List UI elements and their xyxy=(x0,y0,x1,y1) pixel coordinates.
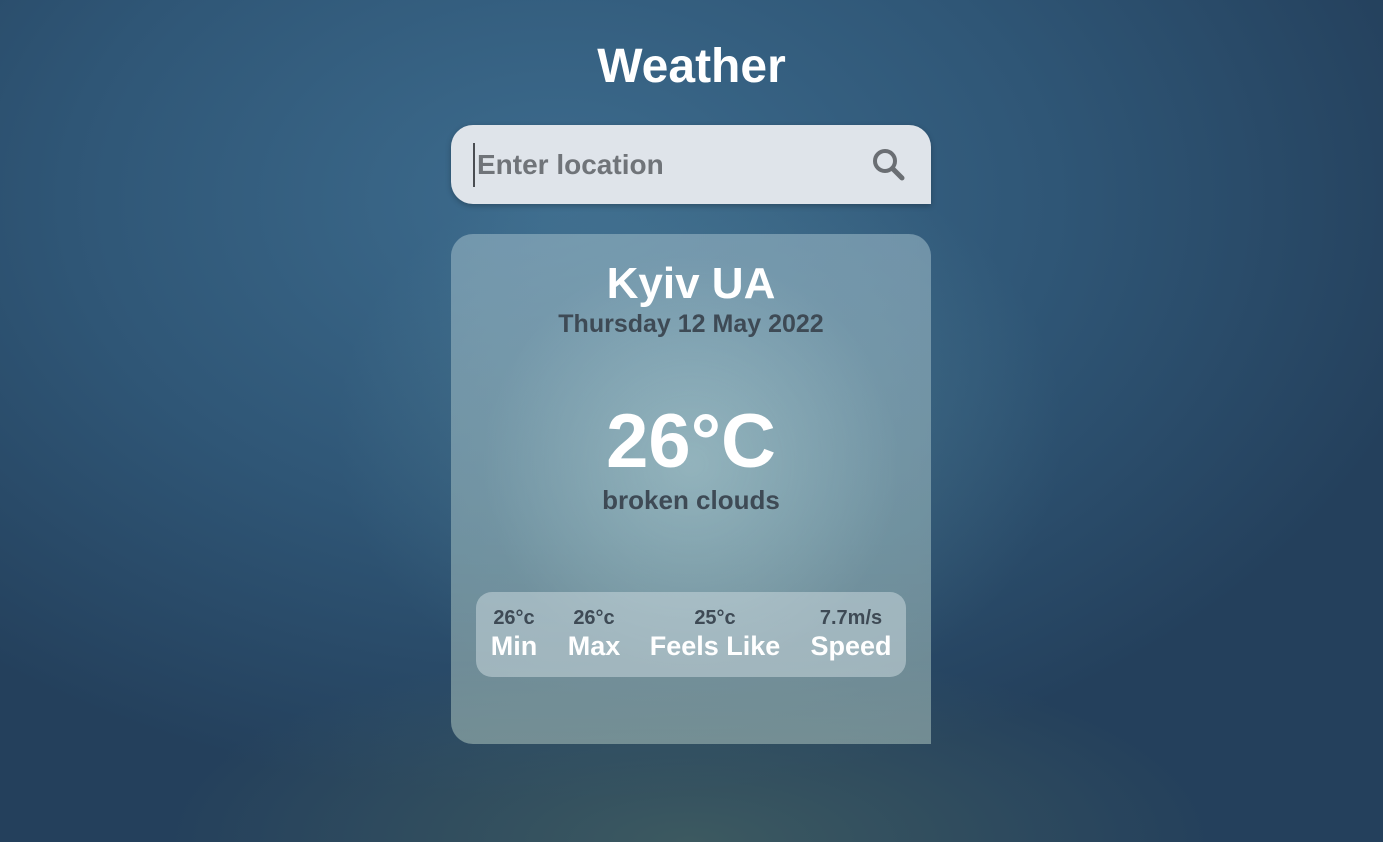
date-label: Thursday 12 May 2022 xyxy=(558,310,824,338)
search-icon xyxy=(873,149,905,181)
stat-value: 7.7m/s xyxy=(819,607,883,629)
city-name: Kyiv UA xyxy=(606,259,776,308)
stat-value: 25°c xyxy=(694,607,736,629)
weather-description: broken clouds xyxy=(602,485,780,515)
stat-label: Feels Like xyxy=(649,631,781,661)
stat-speed: 7.7m/s Speed xyxy=(806,606,896,662)
stat-value: 26°c xyxy=(493,607,535,629)
weather-card: Kyiv UA Thursday 12 May 2022 26°C broken… xyxy=(451,234,931,744)
stat-value: 26°c xyxy=(573,607,615,629)
search-input[interactable] xyxy=(473,143,857,187)
temperature: 26°C xyxy=(606,399,776,484)
stat-max: 26°c Max xyxy=(564,606,624,662)
stats-panel: 26°c Min 26°c Max 25°c Feels Like 7.7m/s… xyxy=(476,592,906,677)
stat-label: Min xyxy=(490,631,538,661)
search-bar xyxy=(451,125,931,204)
search-button[interactable] xyxy=(864,141,914,189)
page-title: Weather xyxy=(597,40,786,93)
stat-feels-like: 25°c Feels Like xyxy=(646,606,784,662)
stat-min: 26°c Min xyxy=(484,606,544,662)
stat-label: Speed xyxy=(810,631,892,661)
stat-label: Max xyxy=(567,631,621,661)
